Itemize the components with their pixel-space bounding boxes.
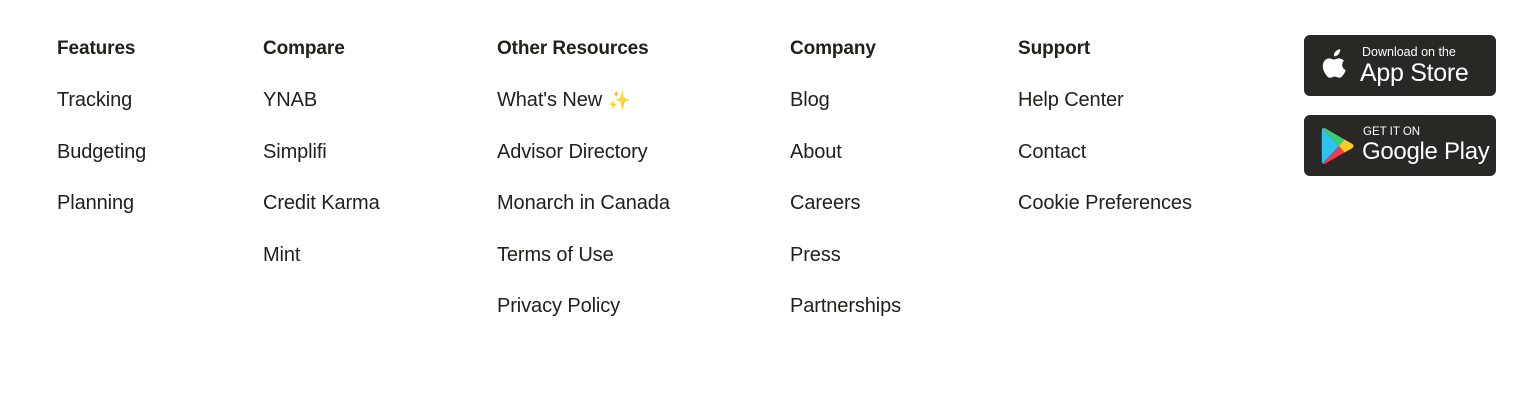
- footer-link-help-center[interactable]: Help Center: [1018, 89, 1124, 111]
- footer-links-features: Tracking Budgeting Planning: [57, 87, 146, 242]
- footer-link-cookie-preferences[interactable]: Cookie Preferences: [1018, 192, 1192, 214]
- footer-link-advisor-directory[interactable]: Advisor Directory: [497, 141, 648, 163]
- footer-link-whats-new[interactable]: What's New ✨: [497, 89, 630, 111]
- footer-link-terms-of-use[interactable]: Terms of Use: [497, 244, 614, 266]
- footer-link-press[interactable]: Press: [790, 244, 841, 266]
- footer-links-other-resources: What's New ✨ Advisor Directory Monarch in…: [497, 87, 670, 345]
- footer-link-contact[interactable]: Contact: [1018, 141, 1086, 163]
- footer-links-company: Blog About Careers Press Partnerships: [790, 87, 901, 345]
- footer-link-privacy-policy[interactable]: Privacy Policy: [497, 295, 620, 317]
- google-play-big-text: Google Play: [1362, 138, 1490, 165]
- app-store-small-text: Download on the: [1362, 45, 1456, 59]
- footer-links-compare: YNAB Simplifi Credit Karma Mint: [263, 87, 380, 293]
- footer-link-tracking[interactable]: Tracking: [57, 89, 132, 111]
- app-store-badge[interactable]: Download on the App Store: [1304, 35, 1496, 96]
- footer-link-careers[interactable]: Careers: [790, 192, 861, 214]
- footer-column-features: Features Tracking Budgeting Planning: [57, 36, 146, 242]
- google-play-small-text: GET IT ON: [1363, 126, 1421, 138]
- google-play-badge[interactable]: GET IT ON Google Play: [1304, 115, 1496, 176]
- site-footer: Features Tracking Budgeting Planning Com…: [0, 0, 1525, 404]
- footer-links-support: Help Center Contact Cookie Preferences: [1018, 87, 1192, 242]
- footer-link-credit-karma[interactable]: Credit Karma: [263, 192, 380, 214]
- footer-link-planning[interactable]: Planning: [57, 192, 134, 214]
- footer-heading-compare: Compare: [263, 38, 345, 59]
- apple-icon: [1320, 47, 1350, 86]
- footer-link-simplifi[interactable]: Simplifi: [263, 141, 327, 163]
- footer-column-company: Company Blog About Careers Press Partner…: [790, 36, 901, 345]
- footer-link-about[interactable]: About: [790, 141, 842, 163]
- footer-link-ynab[interactable]: YNAB: [263, 89, 317, 111]
- footer-link-budgeting[interactable]: Budgeting: [57, 141, 146, 163]
- footer-link-blog[interactable]: Blog: [790, 89, 830, 111]
- footer-heading-other-resources: Other Resources: [497, 38, 649, 59]
- footer-link-whats-new-label: What's New: [497, 89, 603, 111]
- footer-link-mint[interactable]: Mint: [263, 244, 300, 266]
- footer-link-monarch-in-canada[interactable]: Monarch in Canada: [497, 192, 670, 214]
- footer-column-other-resources: Other Resources What's New ✨ Advisor Dire…: [497, 36, 670, 345]
- google-play-icon: [1321, 127, 1355, 170]
- footer-column-compare: Compare YNAB Simplifi Credit Karma Mint: [263, 36, 380, 293]
- footer-heading-company: Company: [790, 38, 876, 59]
- sparkles-icon: ✨: [608, 90, 631, 110]
- app-store-big-text: App Store: [1360, 59, 1469, 87]
- footer-heading-support: Support: [1018, 38, 1091, 59]
- footer-heading-features: Features: [57, 38, 136, 59]
- footer-column-support: Support Help Center Contact Cookie Prefe…: [1018, 36, 1192, 242]
- footer-link-partnerships[interactable]: Partnerships: [790, 295, 901, 317]
